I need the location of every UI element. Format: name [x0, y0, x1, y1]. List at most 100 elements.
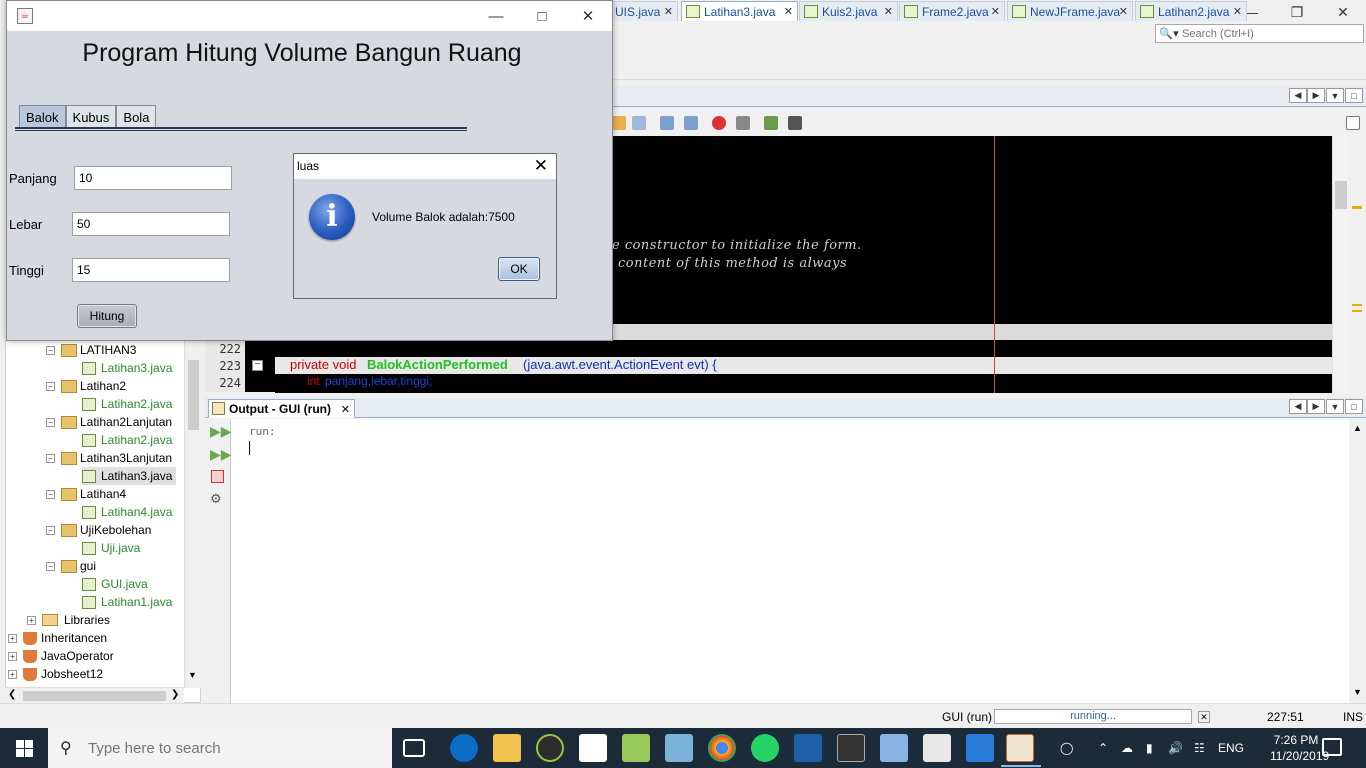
close-icon[interactable]: ✕: [565, 1, 611, 31]
tree-item-project[interactable]: + JavaOperator: [8, 647, 114, 665]
lebar-input[interactable]: [72, 212, 230, 236]
tree-vertical-scrollbar[interactable]: ▼: [184, 340, 201, 688]
next-bookmark-icon[interactable]: [632, 116, 646, 130]
close-icon[interactable]: ✕: [664, 5, 673, 18]
onedrive-icon[interactable]: ☁: [1121, 728, 1133, 768]
uncomment-icon[interactable]: [788, 116, 802, 130]
tree-item-package[interactable]: − Latihan4: [46, 485, 126, 503]
stripe-mark[interactable]: [1352, 304, 1362, 312]
ide-search-box[interactable]: 🔍▾: [1155, 24, 1364, 43]
chevron-up-icon[interactable]: ⌃: [1098, 728, 1108, 768]
status-progress[interactable]: running...: [994, 709, 1192, 724]
maximize-icon[interactable]: □: [519, 1, 565, 31]
collapse-icon[interactable]: −: [46, 381, 55, 391]
maximize-editor-icon[interactable]: □: [1345, 88, 1363, 103]
stop-icon[interactable]: [211, 470, 224, 483]
tab-list-icon[interactable]: ▼: [1326, 88, 1344, 103]
tree-item-package[interactable]: − gui: [46, 557, 96, 575]
output-tab[interactable]: Output - GUI (run) ✕: [208, 399, 355, 418]
ide-search-input[interactable]: [1182, 27, 1362, 40]
tree-item-file[interactable]: Latihan4.java: [82, 503, 172, 521]
vscode-icon[interactable]: [966, 734, 994, 762]
close-icon[interactable]: ✕: [341, 403, 350, 416]
editor-tab[interactable]: Frame2.java ✕: [899, 1, 1005, 21]
code-editor-area[interactable]: e constructor to initialize the form. co…: [612, 136, 1332, 324]
tree-horizontal-scrollbar[interactable]: ❮ ❯: [5, 687, 184, 703]
editor-tab[interactable]: Latihan2.java ✕: [1135, 1, 1247, 21]
collapse-icon[interactable]: −: [46, 561, 55, 571]
expand-icon[interactable]: +: [27, 615, 36, 625]
taskbar-search-input[interactable]: [88, 739, 388, 757]
collapse-icon[interactable]: −: [46, 525, 55, 535]
close-icon[interactable]: ✕: [884, 5, 893, 18]
output-console[interactable]: run:: [231, 419, 1349, 703]
scroll-up-icon[interactable]: ▲: [1353, 423, 1362, 433]
tree-item-file[interactable]: Uji.java: [82, 539, 140, 557]
tab-bola[interactable]: Bola: [116, 105, 157, 128]
shift-right-icon[interactable]: [684, 116, 698, 130]
tree-item-file[interactable]: Latihan2.java: [82, 431, 172, 449]
task-view-icon[interactable]: [403, 739, 425, 757]
expand-icon[interactable]: +: [8, 651, 17, 661]
taskbar-search[interactable]: ⚲: [48, 728, 392, 768]
battery-icon[interactable]: ▮: [1146, 728, 1153, 768]
editor-vertical-scrollbar[interactable]: [1332, 136, 1348, 393]
whatsapp-icon[interactable]: [751, 734, 779, 762]
unity-icon[interactable]: [837, 734, 865, 762]
toggle-bookmark-icon[interactable]: [612, 116, 626, 130]
maximize-output-icon[interactable]: □: [1345, 399, 1363, 414]
scroll-down-icon[interactable]: ▼: [1353, 687, 1362, 697]
panjang-input[interactable]: [74, 166, 232, 190]
record-macro-icon[interactable]: [712, 116, 726, 130]
settings-icon[interactable]: ⚙: [210, 491, 222, 507]
scrollbar-thumb[interactable]: [23, 691, 166, 701]
scrollbar-thumb[interactable]: [1335, 181, 1347, 209]
stop-macro-icon[interactable]: [736, 116, 750, 130]
rerun-icon[interactable]: ▶▶: [210, 423, 232, 440]
notification-icon[interactable]: [1322, 738, 1342, 756]
shift-left-icon[interactable]: [660, 116, 674, 130]
scroll-left-icon[interactable]: ❮: [8, 689, 16, 700]
close-icon[interactable]: ✕: [1320, 0, 1366, 24]
dialog-titlebar[interactable]: luas ✕: [294, 154, 556, 179]
store-icon[interactable]: [579, 734, 607, 762]
tab-list-icon[interactable]: ▼: [1326, 399, 1344, 414]
editor-tab-active[interactable]: Latihan3.java ✕: [681, 1, 798, 21]
tab-scroll-left-icon[interactable]: ◀: [1289, 399, 1307, 414]
people-icon[interactable]: ◯: [1060, 728, 1073, 768]
wifi-icon[interactable]: ☷: [1194, 728, 1205, 768]
tab-scroll-right-icon[interactable]: ▶: [1307, 399, 1325, 414]
code-line-223[interactable]: private void BalokActionPerformed (java.…: [275, 357, 1332, 374]
collapse-icon[interactable]: −: [46, 417, 55, 427]
output-vertical-scrollbar[interactable]: ▲ ▼: [1349, 419, 1366, 703]
ok-button[interactable]: OK: [498, 257, 540, 281]
scroll-down-icon[interactable]: ▼: [188, 670, 197, 680]
taskbar-clock[interactable]: 7:26 PM 11/20/2019: [1270, 732, 1329, 764]
tree-item-project[interactable]: + Jobsheet12: [8, 665, 103, 683]
fold-collapse-icon[interactable]: −: [252, 360, 263, 371]
chrome-icon[interactable]: [708, 734, 736, 762]
tree-item-file[interactable]: Latihan1.java: [82, 593, 172, 611]
notepad-icon[interactable]: [665, 734, 693, 762]
code-line-224[interactable]: int panjang,lebar,tinggi;: [275, 374, 1332, 393]
tree-item-package[interactable]: − LATIHAN3: [46, 341, 136, 359]
collapse-icon[interactable]: −: [46, 345, 55, 355]
expand-icon[interactable]: +: [8, 669, 17, 679]
close-icon[interactable]: ✕: [534, 156, 548, 176]
hitung-button[interactable]: Hitung: [77, 304, 137, 328]
tab-scroll-left-icon[interactable]: ◀: [1289, 88, 1307, 103]
split-editor-icon[interactable]: [1346, 116, 1360, 130]
editor-tab[interactable]: NewJFrame.java ✕: [1007, 1, 1133, 21]
tree-item-package[interactable]: − Latihan2: [46, 377, 126, 395]
tab-kubus[interactable]: Kubus: [65, 105, 117, 128]
app-titlebar[interactable]: ☕ — □ ✕: [7, 1, 612, 31]
tinggi-input[interactable]: [72, 258, 230, 282]
minimize-icon[interactable]: —: [473, 1, 519, 31]
scrollbar-thumb[interactable]: [188, 360, 199, 430]
restore-icon[interactable]: ❐: [1274, 0, 1320, 24]
stripe-mark[interactable]: [1352, 206, 1362, 209]
tree-item-file-selected[interactable]: Latihan3.java: [82, 467, 177, 485]
virtualbox-icon[interactable]: [880, 734, 908, 762]
tree-item-libraries[interactable]: + Libraries: [27, 611, 110, 629]
tree-item-package[interactable]: − Latihan2Lanjutan: [46, 413, 172, 431]
